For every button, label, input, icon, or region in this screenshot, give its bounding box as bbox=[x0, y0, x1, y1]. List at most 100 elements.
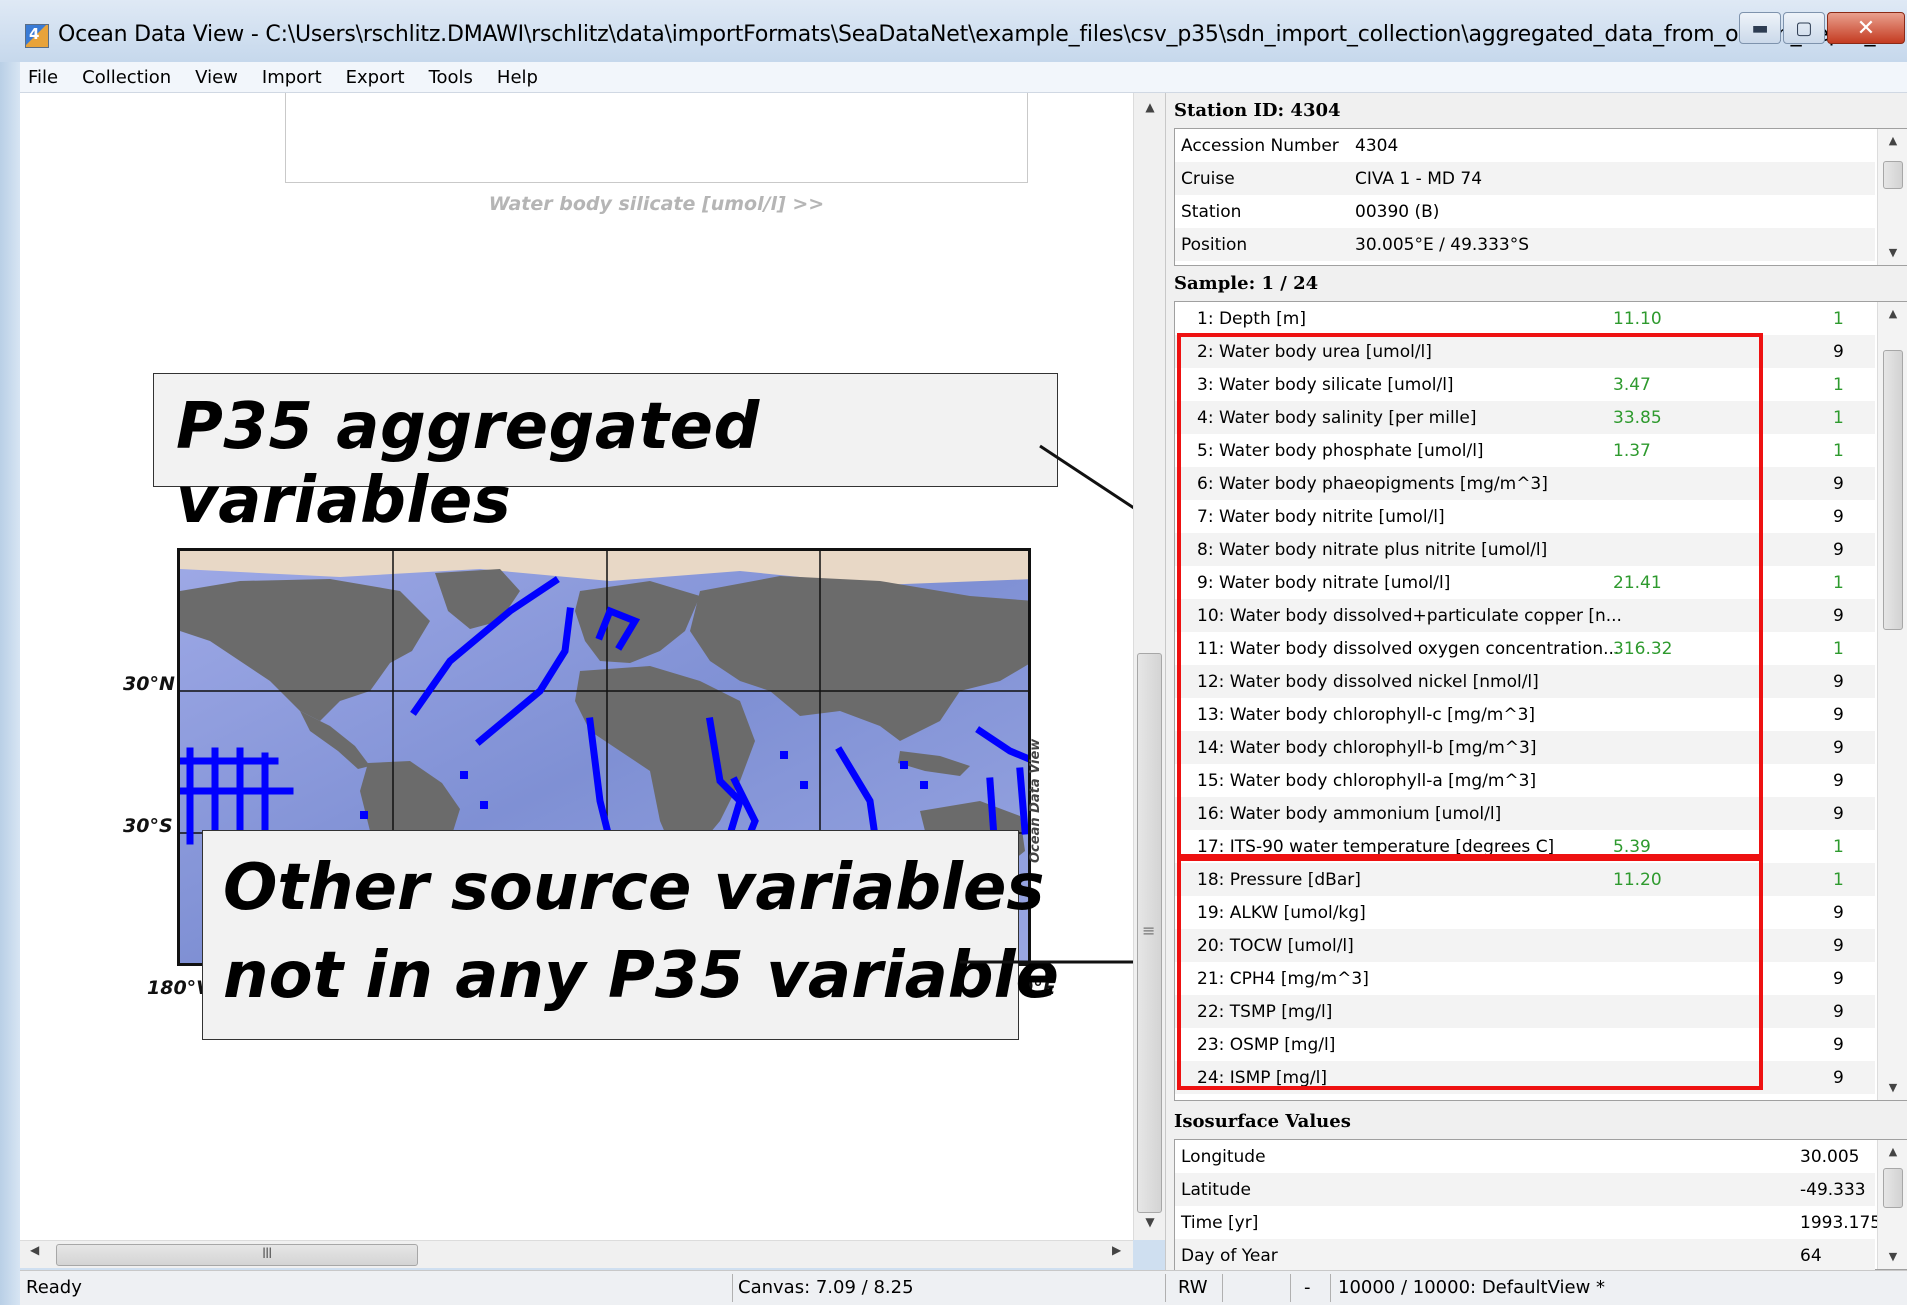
sample-row[interactable]: 14: Water body chlorophyll-b [mg/m^3] 9 bbox=[1175, 731, 1875, 764]
menu-file[interactable]: File bbox=[28, 67, 58, 88]
status-mode: RW bbox=[1178, 1277, 1208, 1298]
odv-canvas[interactable]: Water body silicate [umol/l] >> P35 aggr… bbox=[20, 93, 1135, 1240]
metadata-scrollbar[interactable]: ▲ ▼ bbox=[1877, 129, 1907, 265]
sample-row[interactable]: 9: Water body nitrate [umol/l] 21.41 1 bbox=[1175, 566, 1875, 599]
callout-other-line2: not in any P35 variable bbox=[223, 939, 1059, 1013]
isosurface-grid[interactable]: Longitude 30.005 Latitude -49.333 Time [… bbox=[1174, 1139, 1907, 1272]
sample-variable-name: 16: Water body ammonium [umol/l] bbox=[1197, 803, 1502, 824]
sample-row[interactable]: 20: TOCW [umol/l] 9 bbox=[1175, 929, 1875, 962]
sample-variable-name: 14: Water body chlorophyll-b [mg/m^3] bbox=[1197, 737, 1537, 758]
scroll-up-arrow-icon[interactable]: ▲ bbox=[1878, 1140, 1907, 1164]
sample-row[interactable]: 5: Water body phosphate [umol/l] 1.37 1 bbox=[1175, 434, 1875, 467]
sample-variable-name: 6: Water body phaeopigments [mg/m^3] bbox=[1197, 473, 1548, 494]
sample-row[interactable]: 13: Water body chlorophyll-c [mg/m^3] 9 bbox=[1175, 698, 1875, 731]
canvas-horizontal-scrollbar[interactable]: ◀ III ▶ bbox=[20, 1240, 1133, 1268]
sample-row[interactable]: 11: Water body dissolved oxygen concentr… bbox=[1175, 632, 1875, 665]
sample-row[interactable]: 3: Water body silicate [umol/l] 3.47 1 bbox=[1175, 368, 1875, 401]
sample-quality-flag: 1 bbox=[1833, 440, 1844, 461]
sample-quality-flag: 9 bbox=[1833, 704, 1844, 725]
sample-row[interactable]: 4: Water body salinity [per mille] 33.85 1 bbox=[1175, 401, 1875, 434]
sample-row[interactable]: 24: ISMP [mg/l] 9 bbox=[1175, 1061, 1875, 1094]
menu-export[interactable]: Export bbox=[346, 67, 405, 88]
sample-row[interactable]: 1: Depth [m] 11.10 1 bbox=[1175, 302, 1875, 335]
menu-bar: File Collection View Import Export Tools… bbox=[20, 62, 1907, 93]
minimize-button[interactable]: ▬ bbox=[1739, 12, 1781, 44]
sample-quality-flag: 9 bbox=[1833, 506, 1844, 527]
menu-collection[interactable]: Collection bbox=[82, 67, 171, 88]
sample-quality-flag: 1 bbox=[1833, 638, 1844, 659]
metadata-value: CIVA 1 - MD 74 bbox=[1355, 168, 1483, 189]
sample-row[interactable]: 19: ALKW [umol/kg] 9 bbox=[1175, 896, 1875, 929]
sample-row[interactable]: 16: Water body ammonium [umol/l] 9 bbox=[1175, 797, 1875, 830]
plot-variable-caption[interactable]: Water body silicate [umol/l] >> bbox=[20, 193, 1135, 215]
sample-quality-flag: 9 bbox=[1833, 803, 1844, 824]
sample-row[interactable]: 18: Pressure [dBar] 11.20 1 bbox=[1175, 863, 1875, 896]
status-separator bbox=[1330, 1274, 1331, 1302]
scroll-up-arrow-icon[interactable]: ▲ bbox=[1878, 302, 1907, 326]
title-bar[interactable]: 4 Ocean Data View - C:\Users\rschlitz.DM… bbox=[0, 0, 1907, 62]
sample-values-grid[interactable]: 1: Depth [m] 11.10 1 2: Water body urea [um… bbox=[1174, 301, 1907, 1101]
status-bar: Ready Canvas: 7.09 / 8.25 RW - 10000 / 1… bbox=[20, 1270, 1907, 1305]
metadata-value: 30.005°E / 49.333°S bbox=[1355, 234, 1530, 255]
metadata-scroll-thumb[interactable] bbox=[1883, 161, 1903, 189]
sample-row[interactable]: 8: Water body nitrate plus nitrite [umol… bbox=[1175, 533, 1875, 566]
isosurface-row[interactable]: Time [yr] 1993.175 bbox=[1175, 1206, 1881, 1239]
sample-scroll-thumb[interactable] bbox=[1883, 350, 1903, 630]
sample-quality-flag: 1 bbox=[1833, 374, 1844, 395]
menu-import[interactable]: Import bbox=[262, 67, 322, 88]
horizontal-scroll-thumb[interactable]: III bbox=[56, 1244, 418, 1266]
sample-row[interactable]: 2: Water body urea [umol/l] 9 bbox=[1175, 335, 1875, 368]
scroll-up-arrow-icon[interactable]: ▲ bbox=[1878, 129, 1907, 153]
sample-row[interactable]: 23: OSMP [mg/l] 9 bbox=[1175, 1028, 1875, 1061]
sample-quality-flag: 9 bbox=[1833, 902, 1844, 923]
metadata-row[interactable]: Cruise CIVA 1 - MD 74 bbox=[1175, 162, 1875, 195]
sample-variable-name: 11: Water body dissolved oxygen concentr… bbox=[1197, 638, 1620, 659]
sample-row[interactable]: 15: Water body chlorophyll-a [mg/m^3] 9 bbox=[1175, 764, 1875, 797]
maximize-button[interactable]: ▢ bbox=[1783, 12, 1825, 44]
scroll-down-arrow-icon[interactable]: ▼ bbox=[1878, 241, 1907, 265]
isosurface-title: Isosurface Values bbox=[1174, 1111, 1351, 1132]
sample-scrollbar[interactable]: ▲ ▼ bbox=[1877, 302, 1907, 1100]
metadata-value: 00390 (B) bbox=[1355, 201, 1440, 222]
station-metadata-grid[interactable]: Accession Number 4304 Cruise CIVA 1 - MD… bbox=[1174, 128, 1907, 266]
status-separator bbox=[1165, 1274, 1166, 1302]
sample-row[interactable]: 6: Water body phaeopigments [mg/m^3] 9 bbox=[1175, 467, 1875, 500]
metadata-value: 4304 bbox=[1355, 135, 1399, 156]
sample-variable-value: 1.37 bbox=[1613, 440, 1651, 461]
sample-variable-name: 17: ITS-90 water temperature [degrees C] bbox=[1197, 836, 1555, 857]
close-button[interactable]: ✕ bbox=[1827, 12, 1905, 44]
metadata-name: Position bbox=[1181, 234, 1248, 255]
scroll-down-arrow-icon[interactable]: ▼ bbox=[1134, 1208, 1166, 1236]
menu-view[interactable]: View bbox=[195, 67, 238, 88]
sample-row[interactable]: 12: Water body dissolved nickel [nmol/l]… bbox=[1175, 665, 1875, 698]
scroll-down-arrow-icon[interactable]: ▼ bbox=[1878, 1076, 1907, 1100]
sample-row[interactable]: 21: CPH4 [mg/m^3] 9 bbox=[1175, 962, 1875, 995]
isosurface-scrollbar[interactable]: ▲ ▼ bbox=[1877, 1140, 1907, 1269]
metadata-row[interactable]: Position 30.005°E / 49.333°S bbox=[1175, 228, 1875, 261]
isosurface-row[interactable]: Longitude 30.005 bbox=[1175, 1140, 1875, 1173]
metadata-row[interactable]: Accession Number 4304 bbox=[1175, 129, 1875, 162]
sample-row[interactable]: 10: Water body dissolved+particulate cop… bbox=[1175, 599, 1875, 632]
scroll-down-arrow-icon[interactable]: ▼ bbox=[1878, 1245, 1907, 1269]
sample-variable-value: 21.41 bbox=[1613, 572, 1662, 593]
scroll-left-arrow-icon[interactable]: ◀ bbox=[30, 1243, 39, 1257]
menu-help[interactable]: Help bbox=[497, 67, 538, 88]
sample-row[interactable]: 22: TSMP [mg/l] 9 bbox=[1175, 995, 1875, 1028]
sample-variable-value: 11.10 bbox=[1613, 308, 1662, 329]
isosurface-scroll-thumb[interactable] bbox=[1883, 1168, 1903, 1208]
odv-app-icon[interactable]: 4 bbox=[25, 24, 49, 48]
sample-title: Sample: 1 / 24 bbox=[1174, 273, 1319, 294]
canvas-vertical-scrollbar[interactable]: ▲ ≡ ▼ bbox=[1133, 93, 1165, 1240]
scroll-right-arrow-icon[interactable]: ▶ bbox=[1112, 1243, 1121, 1257]
metadata-row[interactable]: Station 00390 (B) bbox=[1175, 195, 1875, 228]
status-state: Ready bbox=[26, 1277, 82, 1298]
sample-quality-flag: 9 bbox=[1833, 935, 1844, 956]
isosurface-row[interactable]: Latitude -49.333 bbox=[1175, 1173, 1875, 1206]
sample-row[interactable]: 17: ITS-90 water temperature [degrees C]… bbox=[1175, 830, 1875, 863]
isosurface-row[interactable]: Day of Year 64 bbox=[1175, 1239, 1875, 1272]
sample-quality-flag: 9 bbox=[1833, 1001, 1844, 1022]
sample-row[interactable]: 7: Water body nitrite [umol/l] 9 bbox=[1175, 500, 1875, 533]
section-plot-window[interactable] bbox=[285, 93, 1028, 183]
menu-tools[interactable]: Tools bbox=[429, 67, 473, 88]
scroll-up-arrow-icon[interactable]: ▲ bbox=[1134, 93, 1166, 121]
